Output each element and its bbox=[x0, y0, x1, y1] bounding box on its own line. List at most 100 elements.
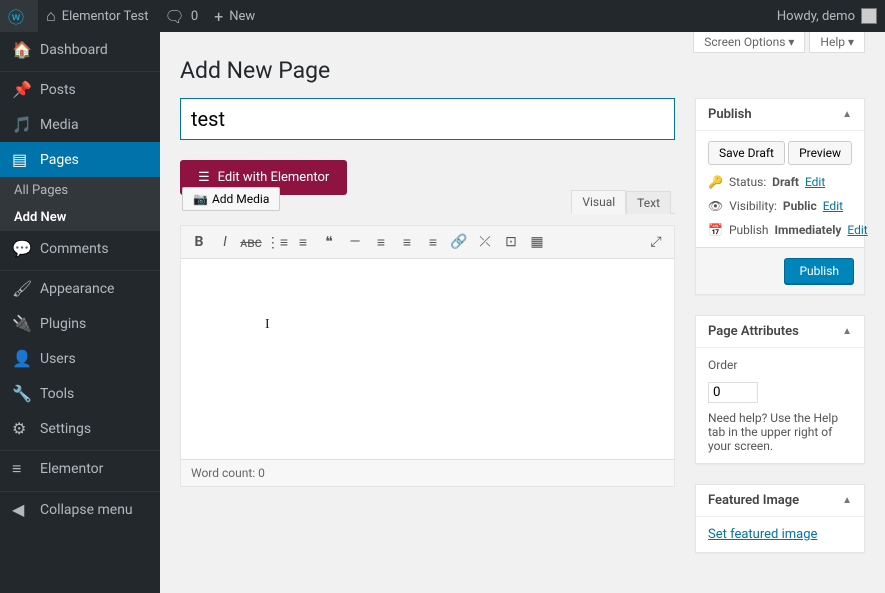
sidebar-label-dashboard: Dashboard bbox=[40, 42, 108, 58]
sidebar-sub-add-new[interactable]: Add New bbox=[0, 204, 160, 231]
page-title: Add New Page bbox=[180, 57, 865, 84]
wrench-icon: 🔧 bbox=[12, 384, 32, 403]
elementor-btn-label: Edit with Elementor bbox=[218, 170, 330, 185]
hr-button[interactable]: — bbox=[343, 230, 367, 254]
page-attributes-toggle[interactable]: Page Attributes ▲ bbox=[696, 316, 864, 348]
key-icon: 🔑 bbox=[708, 175, 723, 189]
publish-metabox-toggle[interactable]: Publish ▲ bbox=[696, 99, 864, 131]
tab-visual[interactable]: Visual bbox=[571, 190, 626, 214]
title-input[interactable] bbox=[180, 98, 675, 140]
sidebar-item-posts[interactable]: 📌 Posts bbox=[0, 72, 160, 107]
sidebar-item-dashboard[interactable]: 🏠Dashboard bbox=[0, 32, 160, 67]
status-label: Status: bbox=[729, 175, 766, 189]
page-attrs-help: Need help? Use the Help tab in the upper… bbox=[708, 411, 852, 453]
order-input[interactable] bbox=[708, 382, 758, 403]
elementor-icon: ☰ bbox=[198, 170, 210, 185]
sidebar-label-tools: Tools bbox=[40, 386, 74, 402]
text-cursor: I bbox=[265, 317, 270, 333]
sidebar-label-users: Users bbox=[40, 351, 76, 367]
save-draft-button[interactable]: Save Draft bbox=[708, 141, 785, 165]
chevron-up-icon: ▲ bbox=[842, 495, 852, 506]
chevron-up-icon: ▲ bbox=[842, 326, 852, 337]
site-name: Elementor Test bbox=[62, 9, 149, 24]
page-attrs-title: Page Attributes bbox=[708, 324, 799, 339]
site-name-link[interactable]: ⌂ Elementor Test bbox=[38, 0, 157, 32]
add-media-button[interactable]: 📷 Add Media bbox=[182, 187, 280, 211]
italic-button[interactable]: I bbox=[213, 230, 237, 254]
more-button[interactable]: ⊡ bbox=[499, 230, 523, 254]
unlink-button[interactable]: ⤫ bbox=[473, 230, 497, 254]
link-button[interactable]: 🔗 bbox=[447, 230, 471, 254]
elementor-icon: ≡ bbox=[12, 459, 32, 479]
sidebar-item-plugins[interactable]: 🔌 Plugins bbox=[0, 306, 160, 341]
editor-content[interactable]: I bbox=[181, 259, 674, 459]
bullet-list-button[interactable]: ⋮≡ bbox=[265, 230, 289, 254]
align-left-button[interactable]: ≡ bbox=[369, 230, 393, 254]
sidebar-label-comments: Comments bbox=[40, 241, 109, 257]
sidebar-item-users[interactable]: 👤Users bbox=[0, 341, 160, 376]
new-label: New bbox=[229, 9, 255, 24]
publish-title: Publish bbox=[708, 107, 752, 122]
preview-button[interactable]: Preview bbox=[788, 141, 852, 165]
howdy-text: Howdy, demo bbox=[777, 9, 855, 24]
pin-icon: 📌 bbox=[12, 80, 32, 99]
sidebar-label-posts: Posts bbox=[40, 82, 76, 98]
sidebar-label-pages: Pages bbox=[40, 152, 79, 168]
bold-button[interactable]: B bbox=[187, 230, 211, 254]
new-content-link[interactable]: +New bbox=[206, 0, 263, 32]
comments-link[interactable]: 🗨0 bbox=[157, 0, 207, 32]
publish-button[interactable]: Publish bbox=[784, 258, 854, 284]
visibility-label: Visibility: bbox=[729, 199, 777, 213]
sidebar-label-appearance: Appearance bbox=[40, 281, 114, 297]
comment-icon: 🗨 bbox=[165, 7, 185, 26]
numbered-list-button[interactable]: ≡ bbox=[291, 230, 315, 254]
sidebar-item-elementor[interactable]: ≡ Elementor bbox=[0, 451, 160, 487]
page-icon: ▤ bbox=[12, 150, 32, 169]
sidebar-label-media: Media bbox=[40, 117, 79, 133]
order-label: Order bbox=[708, 358, 737, 372]
sidebar-item-pages[interactable]: ▤ Pages bbox=[0, 142, 160, 177]
eye-icon: 👁 bbox=[708, 199, 723, 213]
tab-text[interactable]: Text bbox=[626, 191, 671, 214]
toolbar-toggle-button[interactable]: ▦ bbox=[525, 230, 549, 254]
add-media-label: Add Media bbox=[212, 192, 269, 206]
comment-icon: 💬 bbox=[12, 239, 32, 258]
avatar bbox=[861, 8, 877, 24]
sidebar-item-tools[interactable]: 🔧 Tools bbox=[0, 376, 160, 411]
featured-image-toggle[interactable]: Featured Image ▲ bbox=[696, 485, 864, 517]
status-value: Draft bbox=[772, 175, 799, 189]
fullscreen-button[interactable]: ⤢ bbox=[644, 230, 668, 254]
publish-date-label: Publish bbox=[729, 223, 769, 237]
sidebar-sub-all-pages[interactable]: All Pages bbox=[0, 177, 160, 204]
align-center-button[interactable]: ≡ bbox=[395, 230, 419, 254]
edit-publish-date-link[interactable]: Edit bbox=[847, 223, 867, 237]
screen-options-button[interactable]: Screen Options ▾ bbox=[693, 32, 805, 53]
strikethrough-button[interactable]: ᴀʙᴄ bbox=[239, 230, 263, 254]
calendar-icon: 📅 bbox=[708, 223, 723, 237]
publish-date-value: Immediately bbox=[775, 223, 842, 237]
sidebar-item-comments[interactable]: 💬 Comments bbox=[0, 231, 160, 266]
help-button[interactable]: Help ▾ bbox=[809, 32, 865, 53]
chevron-up-icon: ▲ bbox=[842, 109, 852, 120]
word-count: Word count: 0 bbox=[181, 459, 674, 486]
camera-icon: 📷 bbox=[193, 192, 208, 206]
set-featured-image-link[interactable]: Set featured image bbox=[708, 527, 817, 542]
align-right-button[interactable]: ≡ bbox=[421, 230, 445, 254]
wordpress-icon: ⓦ bbox=[8, 4, 24, 28]
brush-icon: 🖌 bbox=[12, 279, 32, 298]
blockquote-button[interactable]: ❝ bbox=[317, 230, 341, 254]
collapse-label: Collapse menu bbox=[40, 502, 133, 518]
plugin-icon: 🔌 bbox=[12, 314, 32, 333]
sidebar-item-media[interactable]: 🎵 Media bbox=[0, 107, 160, 142]
home-icon: ⌂ bbox=[46, 6, 56, 26]
sidebar-label-plugins: Plugins bbox=[40, 316, 86, 332]
edit-visibility-link[interactable]: Edit bbox=[823, 199, 843, 213]
sidebar-item-appearance[interactable]: 🖌 Appearance bbox=[0, 271, 160, 306]
media-icon: 🎵 bbox=[12, 115, 32, 134]
edit-status-link[interactable]: Edit bbox=[805, 175, 825, 189]
account-link[interactable]: Howdy, demo bbox=[769, 0, 885, 32]
featured-title: Featured Image bbox=[708, 493, 799, 508]
wp-logo[interactable]: ⓦ bbox=[0, 0, 38, 32]
sidebar-item-settings[interactable]: ⚙Settings bbox=[0, 411, 160, 446]
sidebar-label-elementor: Elementor bbox=[40, 461, 103, 477]
